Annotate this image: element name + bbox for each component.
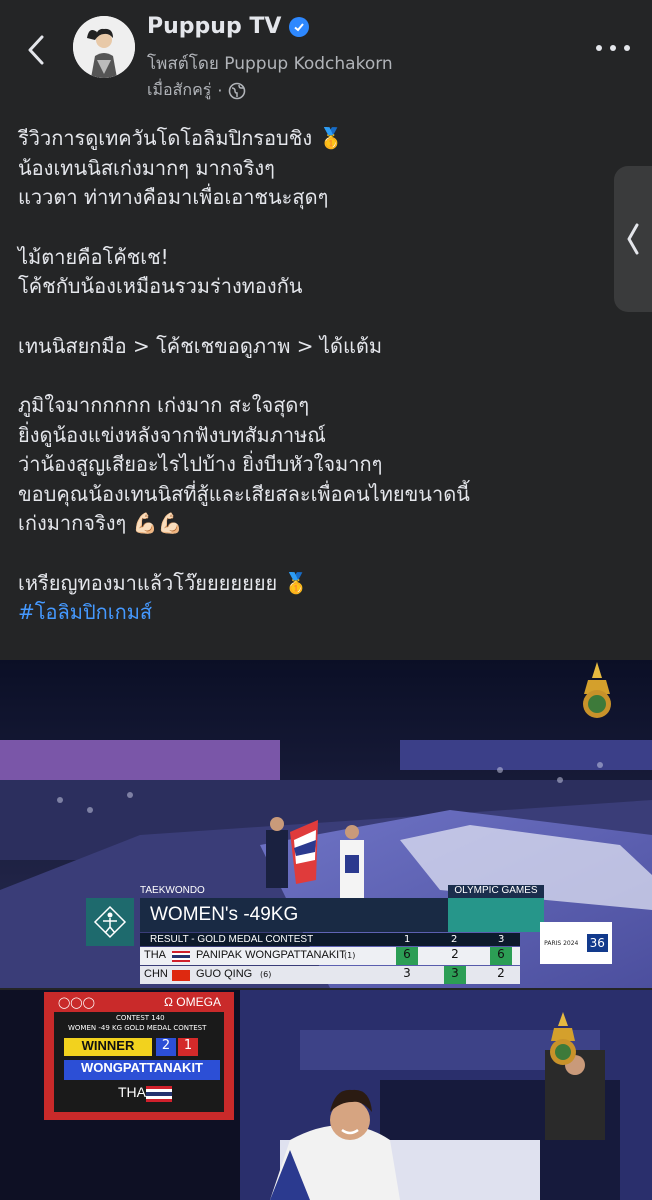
row-athlete: PANIPAK WONGPATTANAKIT (196, 949, 346, 961)
post-line: รีวิวการดูเทควันโดโอลิมปิกรอบชิง 🥇 (18, 126, 344, 150)
round-score: 6 (490, 947, 512, 965)
pictogram-badge (86, 898, 134, 946)
winner-label: WINNER (64, 1038, 152, 1056)
post-meta: เมื่อสักครู่ · (147, 78, 246, 103)
chevron-left-icon (28, 35, 44, 65)
paris-2024-logo: PARIS 2024 (544, 939, 579, 947)
thai-flag-icon (172, 951, 190, 962)
chevron-left-icon (627, 223, 639, 255)
post-body: รีวิวการดูเทควันโดโอลิมปิกรอบชิง 🥇 น้องเ… (18, 124, 598, 628)
winner-country: THA (118, 1084, 146, 1100)
royal-emblem-icon (583, 662, 611, 718)
sport-label: TAEKWONDO (140, 885, 205, 896)
result-label: RESULT - GOLD MEDAL CONTEST (150, 934, 314, 945)
row-athlete: GUO QING (196, 968, 253, 980)
row-seed: (6) (260, 970, 272, 979)
score-b: 1 (178, 1038, 198, 1056)
dot-icon (624, 45, 630, 51)
post-line: ภูมิใจมากกกกก เก่งมาก สะใจสุดๆ (18, 393, 310, 417)
post-line: น้องเทนนิสเก่งมากๆ มากจริงๆ (18, 155, 275, 180)
round-header: 3 (498, 934, 505, 945)
posted-by[interactable]: โพสต์โดย Puppup Kodchakorn (147, 50, 393, 77)
page-name[interactable]: Puppup TV (147, 14, 310, 39)
round-header: 2 (451, 934, 458, 945)
post-line: เหรียญทองมาแล้วโว๊ยยยยยยย 🥇 (18, 570, 309, 595)
round-score: 2 (451, 947, 459, 961)
board-event: WOMEN -49 KG GOLD MEDAL CONTEST (68, 1024, 207, 1032)
round-score: 3 (403, 966, 411, 980)
dot-icon (610, 45, 616, 51)
round-score: 2 (497, 966, 505, 980)
row-country: THA (144, 949, 166, 961)
post-line: ไม้ตายคือโค้ชเช! (18, 244, 169, 269)
post-line: เทนนิสยกมือ > โค้ชเชขอดูภาพ > ได้แต้ม (18, 333, 383, 358)
winner-athlete: WONGPATTANAKIT (64, 1060, 220, 1080)
channel-36-logo: 36 (586, 934, 608, 952)
games-label: OLYMPIC GAMES (448, 885, 544, 898)
post-line: โค้ชกับน้องเหมือนรวมร่างทองกัน (18, 274, 303, 298)
post-image-2[interactable]: ◯◯◯ Ω OMEGA CONTEST 140 WOMEN -49 KG GOL… (0, 990, 652, 1200)
avatar[interactable] (73, 16, 135, 78)
olympic-rings-icon: ◯◯◯ (58, 996, 95, 1009)
round-score: 6 (396, 947, 418, 965)
round-header: 1 (404, 934, 411, 945)
hashtag-link[interactable]: #โอลิมปิกเกมส์ (18, 598, 598, 628)
page-name-text[interactable]: Puppup TV (147, 14, 281, 39)
post-header: Puppup TV โพสต์โดย Puppup Kodchakorn เมื… (0, 0, 652, 110)
dot-icon (596, 45, 602, 51)
royal-emblem-icon (550, 1012, 576, 1065)
scoreboard-overlay: TAEKWONDO OLYMPIC GAMES WOMEN's -49KG RE… (86, 885, 546, 985)
omega-logo: Ω OMEGA (164, 995, 221, 1009)
more-options-button[interactable] (596, 38, 630, 58)
score-a: 2 (156, 1038, 176, 1056)
thai-flag-icon (146, 1086, 172, 1102)
post-line: ว่าน้องสูญเสียอะไรไปบ้าง ยิ่งบีบหัวใจมาก… (18, 452, 383, 476)
post-time[interactable]: เมื่อสักครู่ (147, 78, 211, 103)
winner-board: ◯◯◯ Ω OMEGA CONTEST 140 WOMEN -49 KG GOL… (44, 992, 234, 1120)
post-line: เก่งมากจริงๆ 💪🏻💪🏻 (18, 511, 183, 535)
row-seed: (1) (344, 951, 356, 960)
contest-number: CONTEST 140 (116, 1014, 165, 1022)
china-flag-icon (172, 970, 190, 981)
globe-icon (229, 82, 246, 99)
avatar-image (73, 16, 135, 78)
round-score: 3 (444, 966, 466, 984)
taekwondo-pictogram-icon (93, 905, 127, 939)
post-line: ยิ่งดูน้องแข่งหลังจากฟังบทสัมภาษณ์ (18, 422, 326, 447)
back-button[interactable] (18, 30, 54, 70)
broadcaster-logos: PARIS 2024 36 (540, 922, 612, 964)
event-title: WOMEN's -49KG (150, 904, 299, 925)
row-country: CHN (144, 968, 168, 980)
post-line: แววตา ท่าทางคือมาเพื่อเอาชนะสุดๆ (18, 185, 329, 209)
separator-dot: · (217, 81, 223, 100)
verified-badge-icon (289, 16, 310, 37)
post-image-1[interactable]: TAEKWONDO OLYMPIC GAMES WOMEN's -49KG RE… (0, 660, 652, 988)
side-panel-toggle[interactable] (614, 166, 652, 312)
post-line: ขอบคุณน้องเทนนิสที่สู้และเสียสละเพื่อคนไ… (18, 481, 470, 506)
